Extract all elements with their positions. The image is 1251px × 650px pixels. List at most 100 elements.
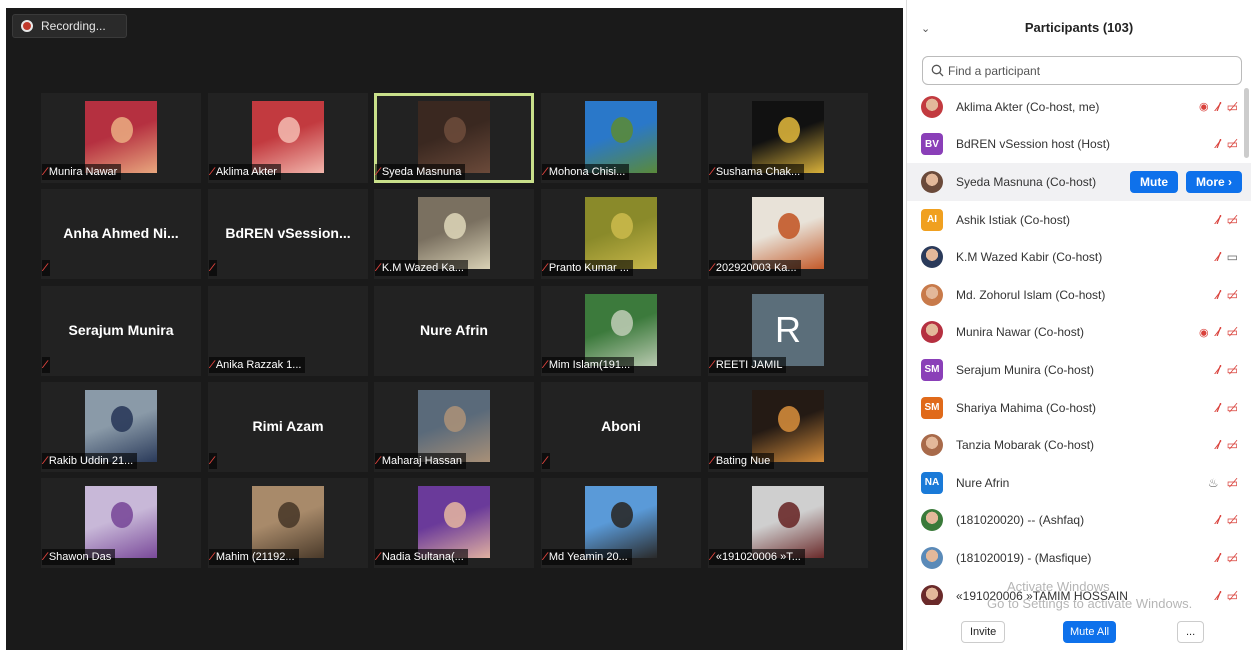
tile-name: Munira Nawar <box>48 166 118 178</box>
participant-row[interactable]: AI Ashik Istiak (Co-host) ∕̸ ▭̸ <box>907 201 1251 239</box>
participant-status-icons: ∕̸ ▭̸ <box>1217 401 1238 415</box>
video-off-icon: ▭̸ <box>1226 475 1238 490</box>
participant-video <box>418 101 490 173</box>
participant-row[interactable]: (181020020) -- (Ashfaq) ∕̸ ▭̸ <box>907 502 1251 540</box>
participant-name: Serajum Munira (Co-host) <box>956 362 1095 377</box>
tile-name-label: ∕ Shawon Das <box>42 549 116 565</box>
video-tile[interactable]: ∕ Munira Nawar <box>41 93 201 183</box>
video-tile[interactable]: ∕ Mim Islam(191... <box>541 286 701 376</box>
participant-row[interactable]: NA Nure Afrin ♨ ▭̸ <box>907 464 1251 502</box>
mic-off-icon: ∕ <box>544 455 546 467</box>
participant-row[interactable]: K.M Wazed Kabir (Co-host) ∕̸ ▭ <box>907 238 1251 276</box>
video-tile[interactable]: BdREN vSession... ∕ <box>208 189 368 279</box>
participant-name: (181020019) - (Masfique) <box>956 550 1092 565</box>
person-silhouette <box>611 310 633 336</box>
video-tile[interactable]: R ∕ REETI JAMIL <box>708 286 868 376</box>
participant-status-icons: ∕̸ ▭̸ <box>1217 438 1238 452</box>
participant-status-icons: ∕̸ ▭ <box>1217 250 1238 264</box>
participant-row[interactable]: SM Shariya Mahima (Co-host) ∕̸ ▭̸ <box>907 389 1251 427</box>
video-off-icon: ▭̸ <box>1226 513 1238 528</box>
more-participant-button[interactable]: More › <box>1186 170 1242 193</box>
video-tile[interactable]: ∕ 202920003 Ka... <box>708 189 868 279</box>
more-options-button[interactable]: ... <box>1177 621 1205 643</box>
video-tile[interactable]: ∕ Nadia Sultana(... <box>374 478 534 568</box>
participant-avatar: SM <box>921 396 943 419</box>
letter-avatar: R <box>752 294 824 366</box>
search-input[interactable] <box>948 63 1228 78</box>
person-silhouette <box>111 502 133 528</box>
participant-row[interactable]: SM Serajum Munira (Co-host) ∕̸ ▭̸ <box>907 351 1251 389</box>
person-silhouette <box>444 117 466 143</box>
video-tile[interactable]: ∕ Sushama Chak... <box>708 93 868 183</box>
person-silhouette <box>778 502 800 528</box>
person-silhouette <box>278 117 300 143</box>
participant-row[interactable]: Munira Nawar (Co-host) ◉ ∕̸ ▭̸ <box>907 314 1251 352</box>
recording-indicator[interactable]: Recording... <box>12 14 127 38</box>
tile-name-label: ∕ <box>42 260 50 276</box>
video-off-icon: ▭̸ <box>1226 325 1238 340</box>
mic-off-icon: ∕̸ <box>1216 99 1219 114</box>
mute-all-button[interactable]: Mute All <box>1063 621 1117 643</box>
mute-participant-button[interactable]: Mute <box>1130 170 1178 193</box>
participant-list[interactable]: Aklima Akter (Co-host, me) ◉ ∕̸ ▭̸ BV BdREN v… <box>907 88 1251 605</box>
person-silhouette <box>778 406 800 432</box>
mic-on-icon: ♨ <box>1207 475 1219 490</box>
panel-header: ⌄ Participants (103) <box>907 0 1251 54</box>
tile-name-label: ∕ Bating Nue <box>709 453 775 469</box>
participant-row[interactable]: (181020019) - (Masfique) ∕̸ ▭̸ <box>907 539 1251 577</box>
video-tile[interactable]: ∕ Shawon Das <box>41 478 201 568</box>
video-tile[interactable]: ∕ Maharaj Hassan <box>374 382 534 472</box>
video-off-icon: ▭̸ <box>1226 400 1238 415</box>
participant-video <box>585 486 657 558</box>
tile-name-label: ∕ Munira Nawar <box>42 164 122 180</box>
video-tile[interactable]: ∕ Anika Razzak 1... <box>208 286 368 376</box>
tile-name: 202920003 Ka... <box>715 262 797 274</box>
video-tile[interactable]: ∕ Mahim (21192... <box>208 478 368 568</box>
video-tile[interactable]: ∕ Rakib Uddin 21... <box>41 382 201 472</box>
tile-name: K.M Wazed Ka... <box>381 262 464 274</box>
video-tile[interactable]: ∕ Aklima Akter <box>208 93 368 183</box>
scrollbar[interactable] <box>1244 88 1249 158</box>
video-tile[interactable]: ∕ Md Yeamin 20... <box>541 478 701 568</box>
participant-video <box>85 486 157 558</box>
participant-video <box>418 197 490 269</box>
mic-off-icon: ∕̸ <box>1216 362 1219 377</box>
participant-video <box>85 101 157 173</box>
participant-row[interactable]: Tanzia Mobarak (Co-host) ∕̸ ▭̸ <box>907 426 1251 464</box>
mic-off-icon: ∕ <box>44 455 46 467</box>
video-tile[interactable]: Serajum Munira ∕ <box>41 286 201 376</box>
watermark-line1: Activate Windows <box>1007 579 1110 594</box>
tile-name-label: ∕ <box>42 357 50 373</box>
video-tile[interactable]: ∕ Bating Nue <box>708 382 868 472</box>
tile-name: Mohona Chisi... <box>548 166 626 178</box>
invite-button[interactable]: Invite <box>961 621 1006 643</box>
video-tile[interactable]: Nure Afrin <box>374 286 534 376</box>
video-tile[interactable]: ∕ «191020006 »T... <box>708 478 868 568</box>
tile-name-label: ∕ <box>209 260 217 276</box>
video-tile[interactable]: Anha Ahmed Ni... ∕ <box>41 189 201 279</box>
video-tile[interactable]: ∕ Mohona Chisi... <box>541 93 701 183</box>
participant-row[interactable]: Md. Zohorul Islam (Co-host) ∕̸ ▭̸ <box>907 276 1251 314</box>
participant-row[interactable]: BV BdREN vSession host (Host) ∕̸ ▭̸ <box>907 126 1251 164</box>
tile-name: Nadia Sultana(... <box>381 551 464 563</box>
mic-off-icon: ∕ <box>377 166 379 178</box>
participant-avatar <box>921 434 943 457</box>
chevron-down-icon[interactable]: ⌄ <box>921 22 930 35</box>
participant-avatar <box>921 509 943 532</box>
video-tile[interactable]: ∕ K.M Wazed Ka... <box>374 189 534 279</box>
participant-avatar <box>921 546 943 569</box>
video-tile[interactable]: Aboni ∕ <box>541 382 701 472</box>
participant-name: BdREN vSession host (Host) <box>956 137 1111 152</box>
video-tile[interactable]: ∕ Syeda Masnuna <box>374 93 534 183</box>
participant-search[interactable] <box>922 56 1242 85</box>
participant-avatar <box>921 170 943 193</box>
participant-row[interactable]: Syeda Masnuna (Co-host) Mute More › <box>907 163 1251 201</box>
person-silhouette <box>611 502 633 528</box>
tile-name-label: ∕ Rakib Uddin 21... <box>42 453 138 469</box>
video-tile[interactable]: Rimi Azam ∕ <box>208 382 368 472</box>
tile-name: Mahim (21192... <box>215 551 295 563</box>
participant-avatar: NA <box>921 471 943 494</box>
video-tile[interactable]: ∕ Pranto Kumar ... <box>541 189 701 279</box>
tile-name-label: ∕ Sushama Chak... <box>709 164 805 180</box>
participant-row[interactable]: Aklima Akter (Co-host, me) ◉ ∕̸ ▭̸ <box>907 88 1251 126</box>
